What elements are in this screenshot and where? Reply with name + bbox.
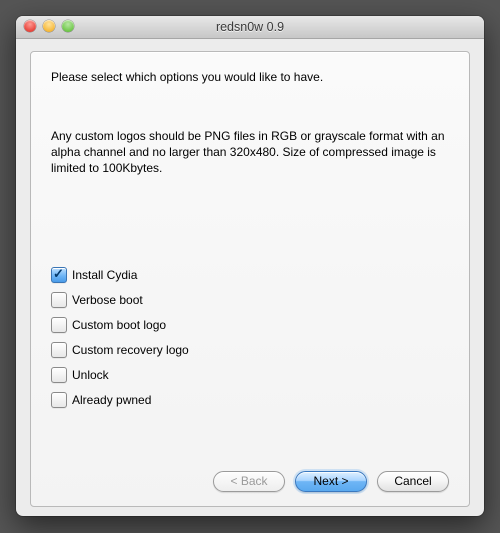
checkbox-icon[interactable] xyxy=(51,292,67,308)
minimize-icon[interactable] xyxy=(43,20,55,32)
footer: < Back Next > Cancel xyxy=(51,457,449,492)
window: redsn0w 0.9 Please select which options … xyxy=(16,16,484,516)
intro-text: Please select which options you would li… xyxy=(51,70,449,84)
zoom-icon[interactable] xyxy=(62,20,74,32)
close-icon[interactable] xyxy=(24,20,36,32)
cancel-button[interactable]: Cancel xyxy=(377,471,449,492)
window-title: redsn0w 0.9 xyxy=(216,20,284,34)
options-panel: Please select which options you would li… xyxy=(30,51,470,507)
note-text: Any custom logos should be PNG files in … xyxy=(51,128,449,177)
titlebar: redsn0w 0.9 xyxy=(16,16,484,39)
option-label: Already pwned xyxy=(72,393,151,407)
option-custom-recovery-logo[interactable]: Custom recovery logo xyxy=(51,342,449,358)
checkbox-icon[interactable] xyxy=(51,342,67,358)
options-list: Install Cydia Verbose boot Custom boot l… xyxy=(51,267,449,408)
option-label: Unlock xyxy=(72,368,109,382)
checkbox-icon[interactable] xyxy=(51,267,67,283)
next-button[interactable]: Next > xyxy=(295,471,367,492)
option-label: Custom recovery logo xyxy=(72,343,189,357)
option-label: Install Cydia xyxy=(72,268,137,282)
option-verbose-boot[interactable]: Verbose boot xyxy=(51,292,449,308)
option-label: Verbose boot xyxy=(72,293,143,307)
option-label: Custom boot logo xyxy=(72,318,166,332)
back-button: < Back xyxy=(213,471,285,492)
option-unlock[interactable]: Unlock xyxy=(51,367,449,383)
option-already-pwned[interactable]: Already pwned xyxy=(51,392,449,408)
traffic-lights xyxy=(24,20,74,32)
option-custom-boot-logo[interactable]: Custom boot logo xyxy=(51,317,449,333)
content: Please select which options you would li… xyxy=(16,39,484,516)
checkbox-icon[interactable] xyxy=(51,317,67,333)
option-install-cydia[interactable]: Install Cydia xyxy=(51,267,449,283)
checkbox-icon[interactable] xyxy=(51,367,67,383)
checkbox-icon[interactable] xyxy=(51,392,67,408)
